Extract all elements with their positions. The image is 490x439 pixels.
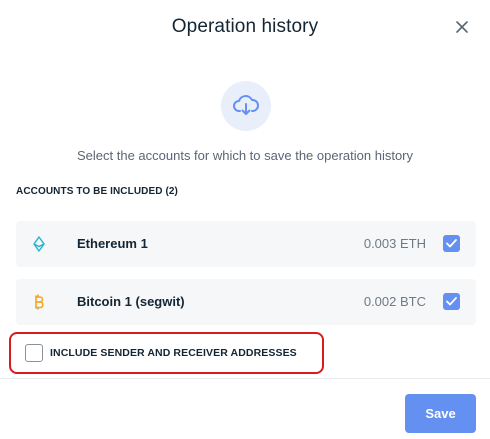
account-row-ethereum[interactable]: Ethereum 1 0.003 ETH bbox=[16, 221, 476, 267]
include-addresses-label[interactable]: INCLUDE SENDER AND RECEIVER ADDRESSES bbox=[50, 347, 297, 359]
account-checkbox-checked[interactable] bbox=[443, 235, 460, 252]
include-addresses-checkbox[interactable] bbox=[25, 344, 43, 362]
close-icon[interactable] bbox=[454, 19, 470, 35]
modal-title: Operation history bbox=[171, 16, 319, 37]
accounts-section-label: ACCOUNTS TO BE INCLUDED (2) bbox=[16, 186, 178, 197]
download-cloud-icon bbox=[221, 81, 271, 131]
account-balance: 0.003 ETH bbox=[363, 236, 426, 251]
bitcoin-icon bbox=[30, 293, 48, 311]
account-checkbox-checked[interactable] bbox=[443, 293, 460, 310]
include-addresses-highlight: INCLUDE SENDER AND RECEIVER ADDRESSES bbox=[9, 332, 324, 374]
save-button[interactable]: Save bbox=[405, 394, 476, 433]
ethereum-icon bbox=[30, 235, 48, 253]
footer-divider bbox=[0, 378, 490, 379]
operation-history-modal: Operation history Select the accounts fo… bbox=[0, 0, 490, 439]
account-name: Bitcoin 1 (segwit) bbox=[77, 294, 185, 309]
account-name: Ethereum 1 bbox=[77, 236, 148, 251]
account-balance: 0.002 BTC bbox=[363, 294, 426, 309]
account-row-bitcoin[interactable]: Bitcoin 1 (segwit) 0.002 BTC bbox=[16, 279, 476, 325]
modal-description: Select the accounts for which to save th… bbox=[76, 148, 414, 163]
